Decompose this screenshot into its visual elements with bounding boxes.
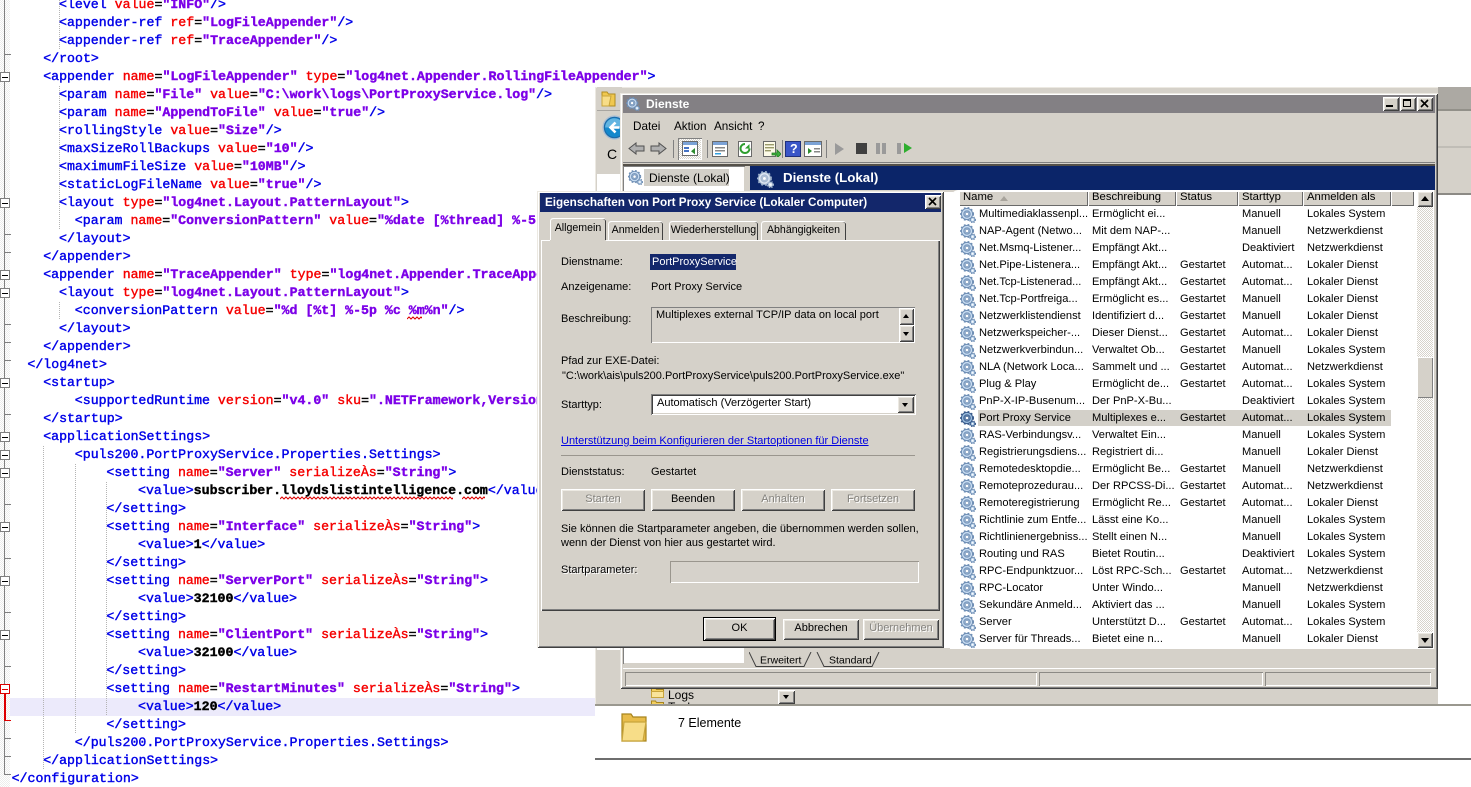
svg-text:Standard: Standard: [829, 655, 872, 667]
svg-text:Erweitert: Erweitert: [760, 655, 802, 667]
